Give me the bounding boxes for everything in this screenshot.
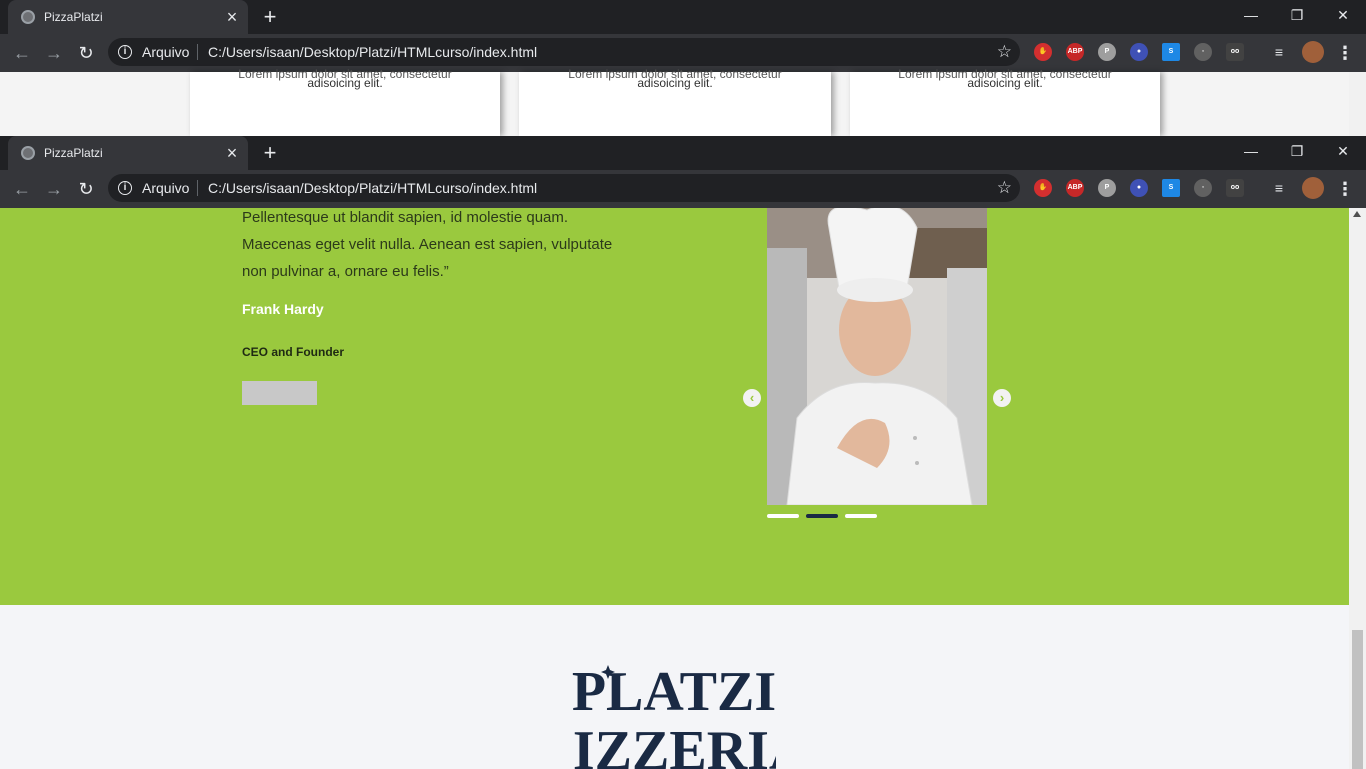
card-text: adisoicing elit. <box>307 76 383 90</box>
globe-icon <box>21 146 35 160</box>
quote-line: non pulvinar a, ornare eu felis.” <box>242 263 449 280</box>
eye-extension-icon[interactable]: ● <box>1130 179 1148 197</box>
carousel-dot-active[interactable] <box>806 514 838 518</box>
back-arrow-icon[interactable]: ← <box>9 40 35 66</box>
stop-hand-extension-icon[interactable]: ✋ <box>1034 43 1052 61</box>
back-arrow-icon[interactable]: ← <box>9 176 35 202</box>
s-extension-icon[interactable]: S <box>1162 43 1180 61</box>
star-icon[interactable]: ☆ <box>997 178 1012 198</box>
feature-card: Lorem ipsum dolor sit amet, consectetur … <box>850 68 1160 136</box>
testimonial-quote: Pellentesque ut blandit sapien, id moles… <box>242 208 632 285</box>
kebab-menu-icon[interactable]: ⋮ <box>1336 178 1354 200</box>
chef-illustration <box>767 208 987 505</box>
reload-icon[interactable]: ↻ <box>73 176 99 202</box>
close-window-button[interactable]: ✕ <box>1320 136 1366 166</box>
browser-window-1: PizzaPlatzi × + — ❐ ✕ ← → ↻ i Arquivo C:… <box>0 0 1366 72</box>
s-extension-icon[interactable]: S <box>1162 179 1180 197</box>
address-url[interactable]: C:/Users/isaan/Desktop/Platzi/HTMLcurso/… <box>208 44 537 60</box>
globe-icon <box>21 10 35 24</box>
card-text: adisoicing elit. <box>967 76 1043 90</box>
restore-button[interactable]: ❐ <box>1274 136 1320 166</box>
forward-arrow-icon[interactable]: → <box>41 176 67 202</box>
features-section: Lorem ipsum dolor sit amet, consectetur … <box>0 68 1349 136</box>
adblock-plus-icon[interactable]: ABP <box>1066 43 1084 61</box>
pinterest-icon[interactable]: P <box>1098 43 1116 61</box>
avatar[interactable] <box>1302 177 1324 199</box>
address-scheme: Arquivo <box>142 44 190 60</box>
forward-arrow-icon[interactable]: → <box>41 40 67 66</box>
minimize-button[interactable]: — <box>1228 136 1274 166</box>
scroll-thumb[interactable] <box>1352 630 1363 769</box>
quote-line: Pellentesque ut blandit sapien, id moles… <box>242 209 569 226</box>
tab-strip: PizzaPlatzi × + — ❐ ✕ <box>0 136 1366 170</box>
scroll-up-icon[interactable] <box>1353 211 1361 217</box>
lightbulb-icon[interactable]: ◦ <box>1194 179 1212 197</box>
carousel-dot[interactable] <box>845 514 877 518</box>
browser-toolbar: ← → ↻ i Arquivo C:/Users/isaan/Desktop/P… <box>0 170 1366 208</box>
logo-line1: PLATZI <box>572 661 776 723</box>
page-scrollbar[interactable] <box>1349 208 1366 769</box>
close-icon[interactable]: × <box>222 143 242 163</box>
star-icon[interactable]: ☆ <box>997 42 1012 62</box>
stop-hand-extension-icon[interactable]: ✋ <box>1034 179 1052 197</box>
tab-strip: PizzaPlatzi × + — ❐ ✕ <box>0 0 1366 34</box>
info-icon[interactable]: i <box>118 45 132 59</box>
address-bar[interactable]: i Arquivo C:/Users/isaan/Desktop/Platzi/… <box>108 38 1020 66</box>
glasses-extension-icon[interactable]: oo <box>1226 43 1244 61</box>
tab-title: PizzaPlatzi <box>44 146 103 160</box>
logo-line2: PIZZERIA <box>572 720 776 769</box>
chevron-left-icon[interactable]: ‹ <box>743 389 761 407</box>
close-icon[interactable]: × <box>222 7 242 27</box>
address-scheme: Arquivo <box>142 180 190 196</box>
reload-icon[interactable]: ↻ <box>73 40 99 66</box>
minimize-button[interactable]: — <box>1228 0 1274 30</box>
address-bar[interactable]: i Arquivo C:/Users/isaan/Desktop/Platzi/… <box>108 174 1020 202</box>
browser-window-2: PizzaPlatzi × + — ❐ ✕ ← → ↻ i Arquivo C:… <box>0 136 1366 208</box>
feature-card: Lorem ipsum dolor sit amet, consectetur … <box>519 68 831 136</box>
browser-tab[interactable]: PizzaPlatzi × <box>8 136 248 170</box>
testimonial-section: Pellentesque ut blandit sapien, id moles… <box>0 208 1349 605</box>
address-divider <box>197 44 198 60</box>
address-url[interactable]: C:/Users/isaan/Desktop/Platzi/HTMLcurso/… <box>208 180 537 196</box>
adblock-plus-icon[interactable]: ABP <box>1066 179 1084 197</box>
footer: PLATZI PIZZERIA <box>0 605 1349 769</box>
plus-icon[interactable]: + <box>258 141 282 165</box>
card-text: adisoicing elit. <box>637 76 713 90</box>
media-control-icon[interactable]: ≡ <box>1270 179 1288 197</box>
feature-card: Lorem ipsum dolor sit amet, consectetur … <box>190 68 500 136</box>
lightbulb-icon[interactable]: ◦ <box>1194 43 1212 61</box>
info-icon[interactable]: i <box>118 181 132 195</box>
testimonial-role: CEO and Founder <box>242 345 344 359</box>
chef-photo <box>767 208 987 505</box>
tab-title: PizzaPlatzi <box>44 10 103 24</box>
testimonial-author: Frank Hardy <box>242 301 324 317</box>
chevron-right-icon[interactable]: › <box>993 389 1011 407</box>
address-divider <box>197 180 198 196</box>
browser-tab[interactable]: PizzaPlatzi × <box>8 0 248 34</box>
close-window-button[interactable]: ✕ <box>1320 0 1366 30</box>
restore-button[interactable]: ❐ <box>1274 0 1320 30</box>
scrollbar-track[interactable] <box>1349 72 1366 136</box>
pinterest-icon[interactable]: P <box>1098 179 1116 197</box>
avatar[interactable] <box>1302 41 1324 63</box>
kebab-menu-icon[interactable]: ⋮ <box>1336 42 1354 64</box>
carousel-dot[interactable] <box>767 514 799 518</box>
quote-line: Maecenas eget velit nulla. Aenean est sa… <box>242 236 613 253</box>
media-control-icon[interactable]: ≡ <box>1270 43 1288 61</box>
eye-extension-icon[interactable]: ● <box>1130 43 1148 61</box>
plus-icon[interactable]: + <box>258 5 282 29</box>
platzi-pizzeria-logo: PLATZI PIZZERIA <box>572 661 776 769</box>
glasses-extension-icon[interactable]: oo <box>1226 179 1244 197</box>
testimonial-button[interactable] <box>242 381 317 405</box>
